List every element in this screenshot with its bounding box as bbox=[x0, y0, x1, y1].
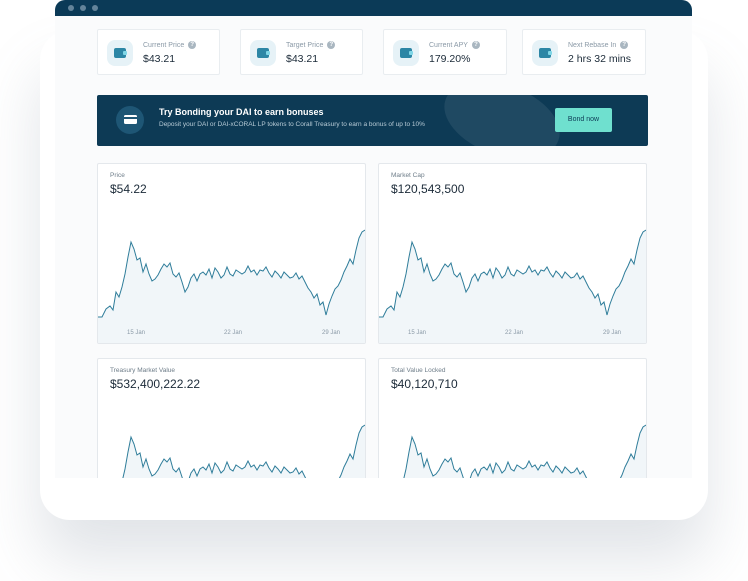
chart-value: $120,543,500 bbox=[391, 182, 465, 196]
chart-label: Price bbox=[110, 172, 125, 179]
x-tick-label: 15 Jan bbox=[408, 330, 426, 336]
stat-card-current-price: Current Price? $43.21 bbox=[97, 29, 220, 75]
chart-card-price: 15 Jan 22 Jan 29 Jan Price $54.22 bbox=[97, 163, 366, 344]
bond-now-button[interactable]: Bond now bbox=[555, 108, 612, 132]
stat-value: $43.21 bbox=[286, 53, 319, 65]
stat-card-target-price: Target Price? $43.21 bbox=[240, 29, 363, 75]
stat-card-current-apy: Current APY? 179.20% bbox=[383, 29, 507, 75]
chart-value: $54.22 bbox=[110, 182, 147, 196]
x-tick-label: 29 Jan bbox=[322, 330, 340, 336]
x-tick-label: 29 Jan bbox=[603, 330, 621, 336]
window-dot-icon[interactable] bbox=[68, 5, 74, 11]
stat-label: Target Price bbox=[286, 41, 324, 49]
x-tick-label: 22 Jan bbox=[505, 330, 523, 336]
stat-label: Next Rebase In bbox=[568, 41, 617, 49]
chart-card-market-cap: 15 Jan 22 Jan 29 Jan Market Cap $120,543,5… bbox=[378, 163, 647, 344]
stat-label: Current APY bbox=[429, 41, 468, 49]
bond-promo-banner: Try Bonding your DAI to earn bonuses Dep… bbox=[97, 95, 648, 146]
help-icon[interactable]: ? bbox=[327, 41, 336, 49]
sparkline-area bbox=[98, 230, 365, 343]
wallet-icon bbox=[393, 40, 419, 66]
banner-decoration bbox=[433, 95, 571, 146]
banner-title: Try Bonding your DAI to earn bonuses bbox=[159, 107, 324, 117]
chart-card-treasury-market-value: 15 Jan 22 Jan 29 Jan Treasury Market Value… bbox=[97, 358, 366, 478]
stat-card-next-rebase: Next Rebase In? 2 hrs 32 mins bbox=[522, 29, 646, 75]
sparkline-area bbox=[379, 230, 646, 343]
window-dot-icon[interactable] bbox=[80, 5, 86, 11]
window-dot-icon[interactable] bbox=[92, 5, 98, 11]
app-window: Current Price? $43.21 Target Price? $43.… bbox=[55, 0, 692, 478]
banner-subtitle: Deposit your DAI or DAI-xCORAL LP tokens… bbox=[159, 121, 425, 128]
wallet-icon bbox=[532, 40, 558, 66]
stat-value: 179.20% bbox=[429, 53, 471, 65]
chart-label: Treasury Market Value bbox=[110, 367, 176, 374]
stat-value: $43.21 bbox=[143, 53, 176, 65]
window-titlebar bbox=[55, 0, 692, 16]
chart-value: $40,120,710 bbox=[391, 377, 458, 391]
stat-label: Current Price bbox=[143, 41, 185, 49]
stat-value: 2 hrs 32 mins bbox=[568, 53, 632, 65]
chart-label: Market Cap bbox=[391, 172, 425, 179]
wallet-icon bbox=[250, 40, 276, 66]
help-icon[interactable]: ? bbox=[620, 41, 629, 49]
chart-label: Total Value Locked bbox=[391, 367, 446, 374]
chart-card-total-value-locked: 15 Jan 22 Jan 29 Jan Total Value Locked $4… bbox=[378, 358, 647, 478]
chart-value: $532,400,222.22 bbox=[110, 377, 201, 391]
help-icon[interactable]: ? bbox=[471, 41, 480, 49]
wallet-icon bbox=[107, 40, 133, 66]
x-tick-label: 15 Jan bbox=[127, 330, 145, 336]
credit-card-icon bbox=[116, 106, 144, 134]
help-icon[interactable]: ? bbox=[188, 41, 197, 49]
x-tick-label: 22 Jan bbox=[224, 330, 242, 336]
